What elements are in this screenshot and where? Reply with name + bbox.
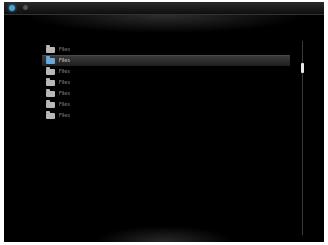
- list-item[interactable]: Files: [42, 100, 290, 110]
- list-item[interactable]: Files: [42, 67, 290, 77]
- list-item-label: Files: [59, 102, 70, 108]
- file-list: Files Files Files Files Files Files File…: [42, 45, 290, 122]
- list-item[interactable]: Files: [42, 78, 290, 88]
- vertical-scrollbar[interactable]: [301, 41, 304, 235]
- list-item[interactable]: Files: [42, 89, 290, 99]
- list-item-label: Files: [59, 69, 70, 75]
- folder-icon: [46, 56, 55, 64]
- list-item[interactable]: Files: [42, 45, 290, 55]
- app-window: Files Files Files Files Files Files File…: [4, 2, 324, 242]
- list-item-label: Files: [59, 80, 70, 86]
- list-item[interactable]: Files: [42, 111, 290, 121]
- title-bar: [4, 2, 324, 15]
- folder-icon: [46, 89, 55, 97]
- folder-icon: [46, 78, 55, 86]
- folder-icon: [46, 111, 55, 119]
- folder-icon: [46, 45, 55, 53]
- list-item-selected[interactable]: Files: [42, 55, 290, 66]
- window-menu-button[interactable]: [23, 5, 28, 10]
- scrollbar-thumb[interactable]: [301, 63, 304, 73]
- folder-icon: [46, 67, 55, 75]
- folder-icon: [46, 100, 55, 108]
- list-item-label: Files: [59, 91, 70, 97]
- list-item-label: Files: [59, 113, 70, 119]
- list-item-label: Files: [59, 58, 70, 64]
- file-browser: Files Files Files Files Files Files File…: [4, 15, 324, 242]
- app-icon[interactable]: [9, 5, 15, 11]
- list-item-label: Files: [59, 47, 70, 53]
